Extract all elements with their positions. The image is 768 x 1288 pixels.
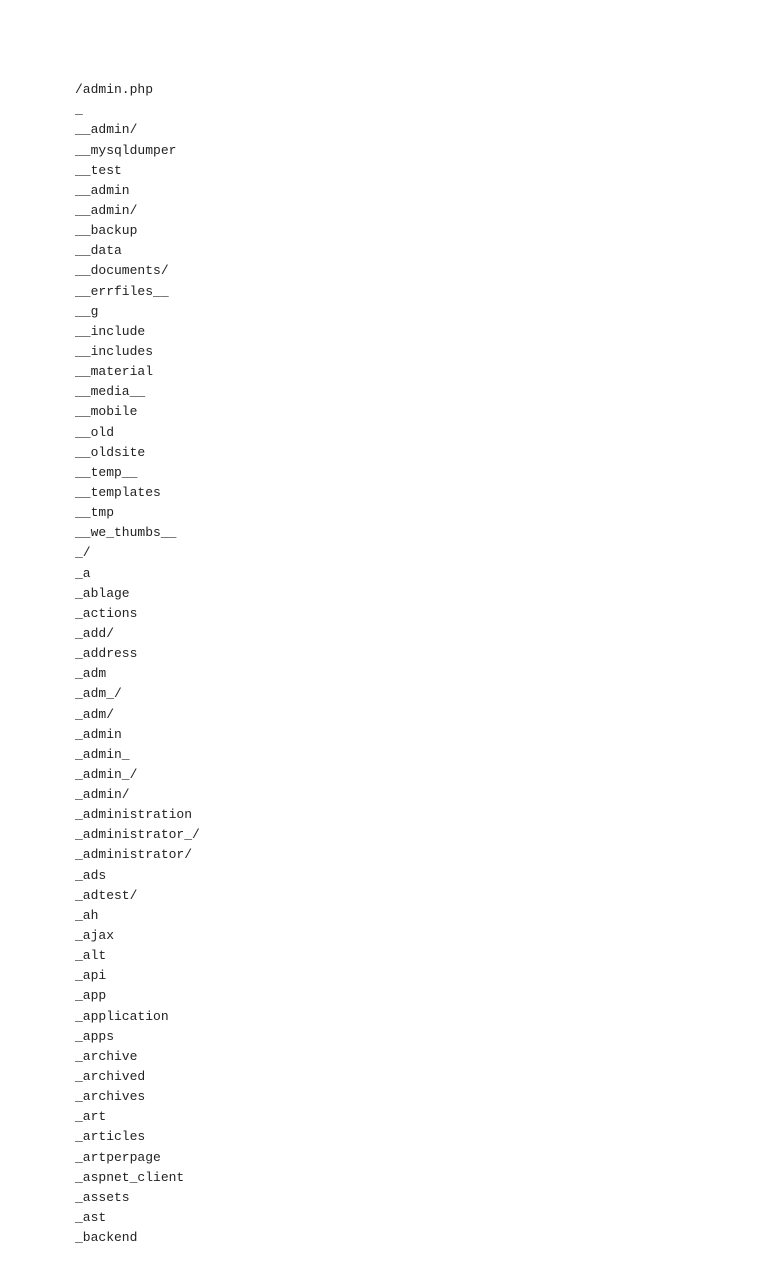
list-item: __includes bbox=[75, 342, 748, 362]
list-item: _app bbox=[75, 986, 748, 1006]
list-item: _archived bbox=[75, 1067, 748, 1087]
list-item: __templates bbox=[75, 483, 748, 503]
list-item: _administration bbox=[75, 805, 748, 825]
list-item: _artperpage bbox=[75, 1148, 748, 1168]
list-item: _archive bbox=[75, 1047, 748, 1067]
list-item: __g bbox=[75, 302, 748, 322]
list-item: __test bbox=[75, 161, 748, 181]
list-item: __mobile bbox=[75, 402, 748, 422]
list-item: _administrator/ bbox=[75, 845, 748, 865]
list-item: _adtest/ bbox=[75, 886, 748, 906]
list-item: _assets bbox=[75, 1188, 748, 1208]
list-item: _archives bbox=[75, 1087, 748, 1107]
list-item: __include bbox=[75, 322, 748, 342]
list-item: __material bbox=[75, 362, 748, 382]
list-item: _ast bbox=[75, 1208, 748, 1228]
list-item: _adm/ bbox=[75, 705, 748, 725]
list-item: __temp__ bbox=[75, 463, 748, 483]
list-item: _ablage bbox=[75, 584, 748, 604]
list-item: _aspnet_client bbox=[75, 1168, 748, 1188]
list-item: __old bbox=[75, 423, 748, 443]
list-item: _ bbox=[75, 100, 748, 120]
list-item: __media__ bbox=[75, 382, 748, 402]
list-item: _adm bbox=[75, 664, 748, 684]
list-item: _admin_ bbox=[75, 745, 748, 765]
list-item: __tmp bbox=[75, 503, 748, 523]
list-item: _apps bbox=[75, 1027, 748, 1047]
list-item: __admin/ bbox=[75, 120, 748, 140]
list-item: _administrator_/ bbox=[75, 825, 748, 845]
list-item: _art bbox=[75, 1107, 748, 1127]
list-item: _a bbox=[75, 564, 748, 584]
list-item: _backend bbox=[75, 1228, 748, 1248]
list-item: __documents/ bbox=[75, 261, 748, 281]
file-listing: /admin.php___admin/__mysqldumper__test__… bbox=[75, 60, 748, 1248]
list-item: _admin_/ bbox=[75, 765, 748, 785]
list-item: _/ bbox=[75, 543, 748, 563]
list-item: _articles bbox=[75, 1127, 748, 1147]
list-item: _api bbox=[75, 966, 748, 986]
list-item: _admin bbox=[75, 725, 748, 745]
list-item: __admin/ bbox=[75, 201, 748, 221]
list-item: _actions bbox=[75, 604, 748, 624]
list-item: _admin/ bbox=[75, 785, 748, 805]
list-item: _address bbox=[75, 644, 748, 664]
list-item: _adm_/ bbox=[75, 684, 748, 704]
list-item: __admin bbox=[75, 181, 748, 201]
list-item: __mysqldumper bbox=[75, 141, 748, 161]
list-item: _ads bbox=[75, 866, 748, 886]
list-item: _alt bbox=[75, 946, 748, 966]
list-item: __backup bbox=[75, 221, 748, 241]
list-item: /admin.php bbox=[75, 80, 748, 100]
list-item: _ah bbox=[75, 906, 748, 926]
list-item: _add/ bbox=[75, 624, 748, 644]
list-item: __oldsite bbox=[75, 443, 748, 463]
list-item: __errfiles__ bbox=[75, 282, 748, 302]
list-item: _ajax bbox=[75, 926, 748, 946]
list-item: __data bbox=[75, 241, 748, 261]
list-item: __we_thumbs__ bbox=[75, 523, 748, 543]
